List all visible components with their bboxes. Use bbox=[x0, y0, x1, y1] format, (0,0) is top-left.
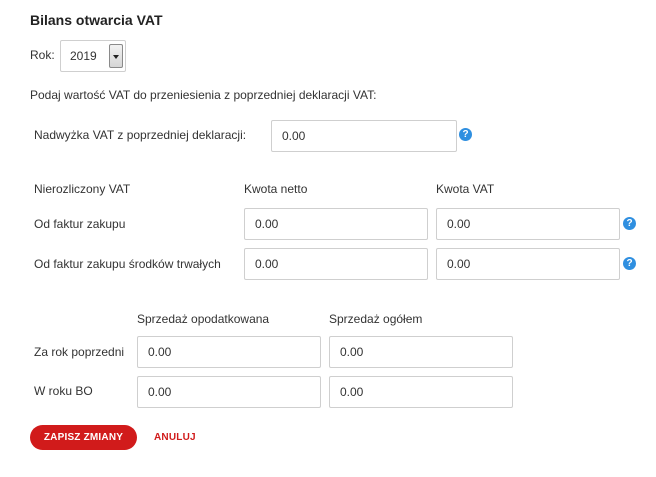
surplus-label: Nadwyżka VAT z poprzedniej deklaracji: bbox=[34, 128, 247, 142]
bo-year-taxed-input[interactable] bbox=[137, 376, 321, 408]
total-sales-header: Sprzedaż ogółem bbox=[329, 312, 423, 326]
row-label-fixed-assets: Od faktur zakupu środków trwałych bbox=[34, 257, 221, 271]
purchase-vat-input[interactable] bbox=[436, 208, 620, 240]
instruction-text: Podaj wartość VAT do przeniesienia z pop… bbox=[30, 88, 377, 102]
year-select[interactable]: 2019 bbox=[60, 40, 126, 72]
year-select-value: 2019 bbox=[70, 49, 97, 63]
help-icon[interactable]: ? bbox=[623, 217, 636, 230]
page-title: Bilans otwarcia VAT bbox=[30, 12, 163, 28]
row-label-bo-year: W roku BO bbox=[34, 384, 93, 398]
previous-year-total-input[interactable] bbox=[329, 336, 513, 368]
fixed-assets-netto-input[interactable] bbox=[244, 248, 428, 280]
surplus-input[interactable] bbox=[271, 120, 457, 152]
taxed-sales-header: Sprzedaż opodatkowana bbox=[137, 312, 270, 326]
netto-header: Kwota netto bbox=[244, 182, 308, 196]
chevron-down-icon[interactable] bbox=[109, 44, 123, 68]
purchase-netto-input[interactable] bbox=[244, 208, 428, 240]
year-label: Rok: bbox=[30, 48, 55, 62]
row-label-purchase: Od faktur zakupu bbox=[34, 217, 126, 231]
vat-header: Kwota VAT bbox=[436, 182, 495, 196]
bo-year-total-input[interactable] bbox=[329, 376, 513, 408]
cancel-button[interactable]: ANULUJ bbox=[154, 432, 196, 443]
help-icon[interactable]: ? bbox=[623, 257, 636, 270]
fixed-assets-vat-input[interactable] bbox=[436, 248, 620, 280]
previous-year-taxed-input[interactable] bbox=[137, 336, 321, 368]
help-icon[interactable]: ? bbox=[459, 128, 472, 141]
save-button[interactable]: ZAPISZ ZMIANY bbox=[30, 425, 137, 450]
row-label-previous-year: Za rok poprzedni bbox=[34, 345, 125, 359]
unsettled-header-label: Nierozliczony VAT bbox=[34, 182, 131, 196]
